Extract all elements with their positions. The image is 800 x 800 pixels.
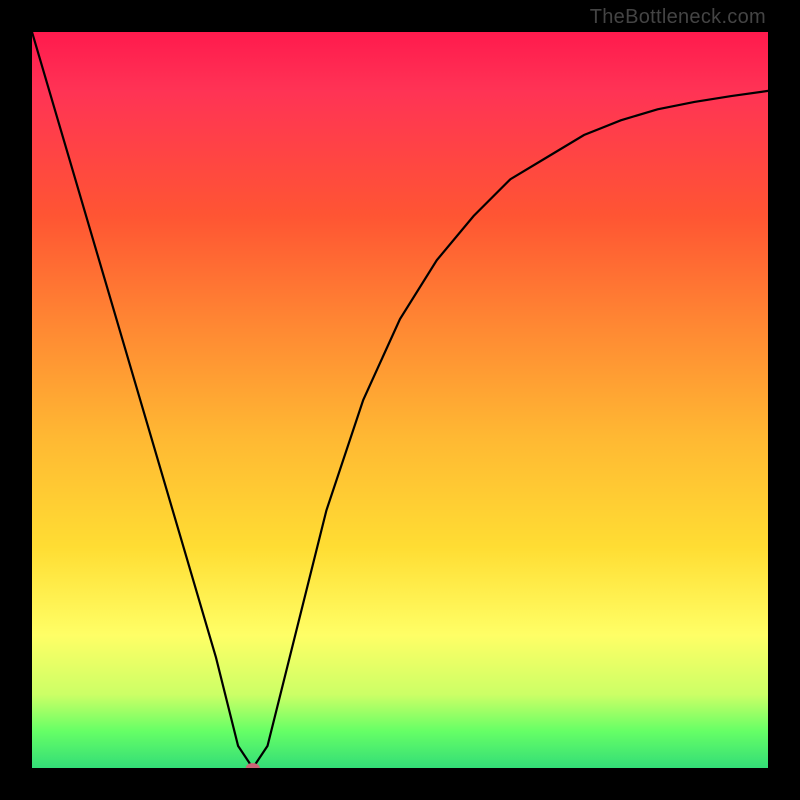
chart-container: TheBottleneck.com (0, 0, 800, 800)
plot-area (32, 32, 768, 768)
watermark-text: TheBottleneck.com (590, 6, 766, 29)
